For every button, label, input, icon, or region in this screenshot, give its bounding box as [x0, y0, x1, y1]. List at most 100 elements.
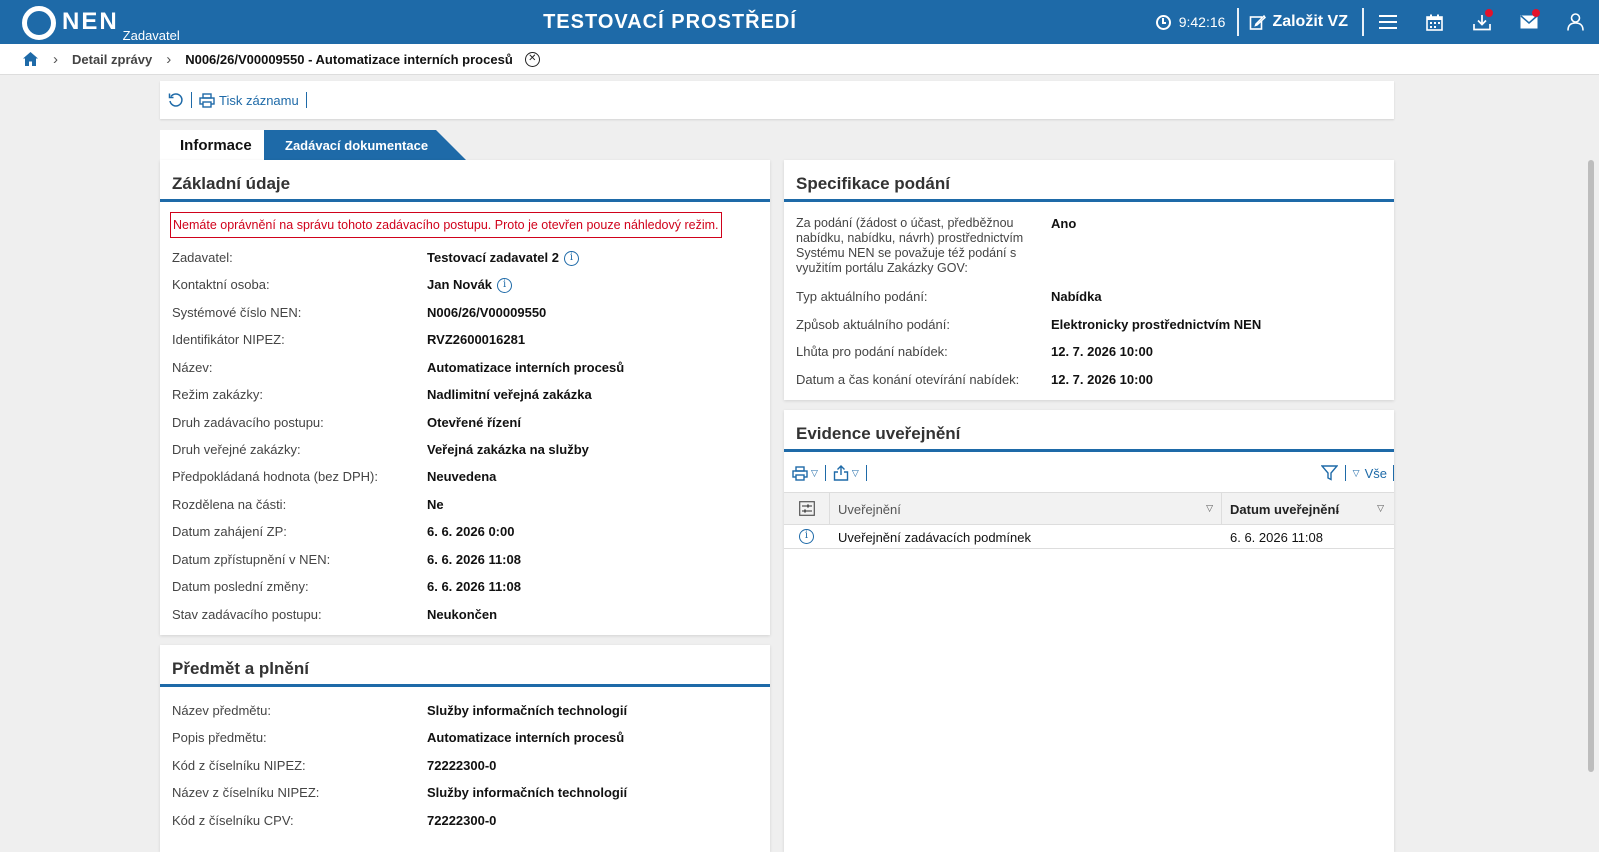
field-label: Zadavatel:	[172, 250, 233, 265]
field-label: Způsob aktuálního podání:	[796, 317, 950, 332]
info-icon[interactable]: i	[799, 529, 814, 544]
panel-title: Základní údaje	[160, 160, 770, 202]
edit-icon	[1250, 14, 1267, 30]
messages-button[interactable]	[1505, 0, 1552, 44]
field-value: Testovací zadavatel 2 i	[427, 250, 579, 267]
field-label: Datum poslední změny:	[172, 579, 309, 594]
panel-title: Předmět a plnění	[160, 645, 770, 687]
specification-panel: Specifikace podání	[784, 160, 1394, 400]
field-label: Datum zpřístupnění v NEN:	[172, 552, 331, 567]
field-label: Režim zakázky:	[172, 387, 264, 402]
field-label: Předpokládaná hodnota (bez DPH):	[172, 469, 378, 484]
field-value: Veřejná zakázka na služby	[427, 442, 589, 457]
table-row[interactable]: i Uveřejnění zadávacích podmínek 6. 6. 2…	[784, 525, 1394, 549]
tab-zadavaci-dokumentace[interactable]: Zadávací dokumentace	[264, 130, 466, 160]
field-value: Služby informačních technologií	[427, 785, 628, 800]
column-settings-cell	[784, 493, 830, 524]
chevron-right-icon: ›	[166, 50, 172, 68]
page-scrollbar[interactable]	[1583, 75, 1599, 852]
field-label: Popis předmětu:	[172, 730, 267, 745]
calendar-button[interactable]	[1411, 0, 1458, 44]
field-label: Datum zahájení ZP:	[172, 524, 287, 539]
field-value: Elektronicky prostřednictvím NEN	[1051, 317, 1262, 332]
field-label: Název:	[172, 360, 213, 375]
field-value: Automatizace interních procesů	[427, 360, 625, 375]
home-icon[interactable]	[22, 51, 39, 67]
field-value: Jan Novák i	[427, 277, 513, 294]
info-icon[interactable]: i	[564, 251, 579, 267]
column-header-uverejneni[interactable]: Uveřejnění ▽	[830, 493, 1222, 524]
field-value: 12. 7. 2026 10:00	[1051, 372, 1153, 387]
info-icon[interactable]: i	[497, 278, 513, 294]
sort-down-icon[interactable]: ↓	[1334, 500, 1341, 516]
field-value: 6. 6. 2026 11:08	[427, 579, 521, 594]
field-value: Neukončen	[427, 607, 498, 622]
field-value: 6. 6. 2026 0:00	[427, 524, 515, 539]
print-icon	[199, 92, 215, 108]
grid-toolbar: ▽ ▽ ▽ Vše	[784, 458, 1394, 488]
field-label: Kód z číselníku NIPEZ:	[172, 758, 306, 773]
new-vz-label: Založit VZ	[1272, 13, 1348, 30]
column-filter-icon[interactable]: ▽	[1377, 503, 1384, 514]
notification-badge	[1532, 9, 1540, 17]
field-label: Rozdělena na části:	[172, 497, 287, 512]
divider	[865, 465, 867, 481]
tab-informace[interactable]: Informace	[160, 130, 264, 160]
field-label: Kontaktní osoba:	[172, 277, 270, 292]
user-icon	[1567, 13, 1584, 31]
menu-button[interactable]	[1364, 0, 1411, 44]
caret-down-icon[interactable]: ▽	[811, 468, 818, 479]
column-header-label: Uveřejnění	[838, 502, 901, 517]
field-value: Nadlimitní veřejná zakázka	[427, 387, 592, 402]
row-name: Uveřejnění zadávacích podmínek	[838, 530, 1031, 545]
field-label-multiline: Za podání (žádost o účast, předběžnou na…	[796, 216, 1023, 276]
downloads-button[interactable]	[1458, 0, 1505, 44]
breadcrumb: › Detail zprávy › N006/26/V00009550 - Au…	[0, 44, 1599, 75]
session-clock: 9:42:16	[1155, 14, 1238, 30]
caret-down-icon[interactable]: ▽	[852, 468, 859, 479]
label-line: nabídku, nabídku, návrh) prostřednictvím	[796, 231, 1024, 245]
new-vz-button[interactable]: Založit VZ	[1239, 13, 1362, 31]
print-record-link[interactable]: Tisk záznamu	[219, 93, 299, 108]
clock-time: 9:42:16	[1178, 14, 1226, 30]
divider	[191, 92, 192, 108]
field-value: Ne	[427, 497, 444, 512]
field-label: Druh veřejné zakázky:	[172, 442, 301, 457]
permission-warning: Nemáte oprávnění na správu tohoto zadáva…	[170, 212, 722, 238]
field-label: Kód z číselníku CPV:	[172, 813, 294, 828]
notification-badge	[1485, 9, 1493, 17]
refresh-icon[interactable]	[168, 92, 184, 108]
field-value: 6. 6. 2026 11:08	[427, 552, 521, 567]
column-filter-icon[interactable]: ▽	[1206, 503, 1213, 514]
environment-title: TESTOVACÍ PROSTŘEDÍ	[543, 11, 797, 33]
field-value-text: Jan Novák	[427, 277, 493, 292]
label-line: Za podání (žádost o účast, předběžnou	[796, 216, 1014, 230]
divider	[1344, 465, 1346, 481]
field-value-text: Testovací zadavatel 2	[427, 250, 559, 265]
mail-icon	[1520, 15, 1537, 29]
field-value: 72222300-0	[427, 758, 497, 773]
field-value: Automatizace interních procesů	[427, 730, 625, 745]
chevron-right-icon: ›	[53, 50, 58, 68]
field-label: Název předmětu:	[172, 703, 271, 718]
tab-label: Zadávací dokumentace	[285, 138, 429, 153]
panel-title: Specifikace podání	[784, 160, 1394, 202]
filter-icon[interactable]	[1320, 465, 1338, 481]
breadcrumb-item-detail[interactable]: Detail zprávy	[72, 52, 152, 67]
field-label: Datum a čas konání otevírání nabídek:	[796, 372, 1020, 387]
print-icon[interactable]	[792, 465, 808, 481]
divider	[305, 92, 307, 108]
caret-down-icon: ▽	[1352, 467, 1360, 478]
filter-all-dropdown[interactable]: Vše	[1365, 466, 1387, 481]
calendar-icon	[1426, 14, 1443, 31]
scrollbar-thumb[interactable]	[1588, 160, 1594, 772]
divider	[824, 465, 826, 481]
field-value: Ano	[1051, 216, 1077, 231]
close-icon[interactable]: ✕	[524, 51, 540, 67]
field-value: 72222300-0	[427, 813, 497, 828]
divider	[1393, 465, 1394, 481]
column-settings-icon[interactable]	[799, 501, 815, 516]
export-icon[interactable]	[833, 465, 849, 481]
user-button[interactable]	[1552, 0, 1599, 44]
column-header-datum[interactable]: Datum uveřejnění ↓ ▽	[1222, 493, 1392, 524]
